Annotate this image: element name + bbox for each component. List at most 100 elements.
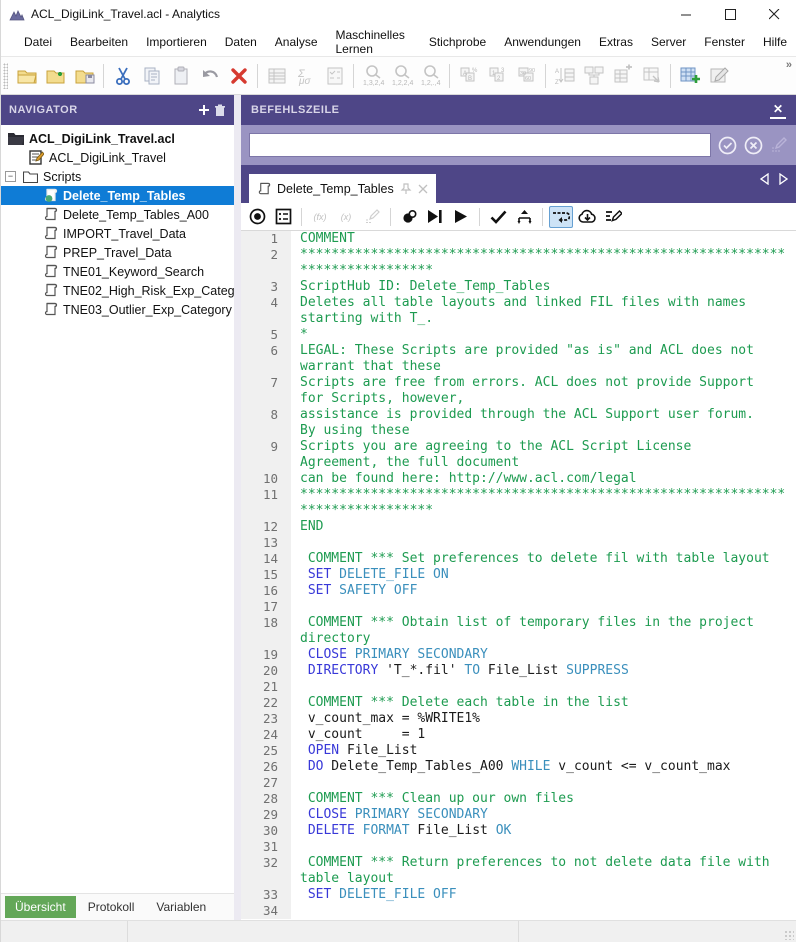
tree-scripts-folder[interactable]: − Scripts: [1, 167, 234, 186]
tree-script-item[interactable]: IMPORT_Travel_Data: [1, 224, 234, 243]
code-line[interactable]: 30 DELETE FORMAT File_List OK: [241, 823, 796, 839]
menu-importieren[interactable]: Importieren: [137, 30, 216, 54]
tree-script-item[interactable]: Delete_Temp_Tables_A00: [1, 205, 234, 224]
code-line[interactable]: 18 COMMENT *** Obtain list of temporary …: [241, 615, 796, 631]
code-line[interactable]: 5*: [241, 327, 796, 343]
edit-expression-icon[interactable]: [360, 206, 384, 228]
tree-script-item[interactable]: PREP_Travel_Data: [1, 243, 234, 262]
maximize-button[interactable]: [708, 0, 752, 28]
command-input[interactable]: [249, 133, 711, 157]
open-project-icon[interactable]: [13, 62, 40, 89]
menu-bearbeiten[interactable]: Bearbeiten: [61, 30, 137, 54]
table-layout-icon[interactable]: [263, 62, 290, 89]
code-line[interactable]: 16 SET SAFETY OFF: [241, 583, 796, 599]
word-wrap-icon[interactable]: [549, 206, 573, 228]
x-variable-icon[interactable]: (x): [334, 206, 358, 228]
append-icon[interactable]: [609, 62, 636, 89]
code-line[interactable]: 28 COMMENT *** Clean up our own files: [241, 791, 796, 807]
close-button[interactable]: [752, 0, 796, 28]
code-line[interactable]: 31: [241, 839, 796, 855]
resize-grip[interactable]: [784, 930, 794, 940]
extract-icon[interactable]: [638, 62, 665, 89]
code-line[interactable]: *****************: [241, 503, 796, 519]
toolbar-grip[interactable]: [3, 63, 8, 89]
add-item-icon[interactable]: [198, 104, 210, 116]
code-line[interactable]: 1COMMENT: [241, 231, 796, 247]
code-line[interactable]: directory: [241, 631, 796, 647]
code-line[interactable]: 19 CLOSE PRIMARY SECONDARY: [241, 647, 796, 663]
step-icon[interactable]: [423, 206, 447, 228]
toolbar-overflow-chevron[interactable]: »: [786, 57, 792, 71]
cut-icon[interactable]: [109, 62, 136, 89]
search-gaps-icon[interactable]: 1,2,.,4: [417, 62, 444, 89]
statistics-icon[interactable]: Σμσ: [292, 62, 319, 89]
code-line[interactable]: By using these: [241, 423, 796, 439]
fx-expression-icon[interactable]: (fx): [308, 206, 332, 228]
code-line[interactable]: 21: [241, 679, 796, 695]
minimize-button[interactable]: [664, 0, 708, 28]
edit-table-icon[interactable]: [705, 62, 732, 89]
tree-project-root[interactable]: ACL_DigiLink_Travel.acl: [1, 129, 234, 148]
tree-log-item[interactable]: ACL_DigiLink_Travel: [1, 148, 234, 167]
merge-icon[interactable]: [580, 62, 607, 89]
classify-icon[interactable]: AB%: [455, 62, 482, 89]
copy-icon[interactable]: [138, 62, 165, 89]
command-close-icon[interactable]: ✕: [770, 102, 786, 119]
code-line[interactable]: 11**************************************…: [241, 487, 796, 503]
code-line[interactable]: 29 CLOSE PRIMARY SECONDARY: [241, 807, 796, 823]
tree-script-item-selected[interactable]: Delete_Temp_Tables: [1, 186, 234, 205]
code-line[interactable]: 24 v_count = 1: [241, 727, 796, 743]
code-line[interactable]: for Scripts, however,: [241, 391, 796, 407]
delete-icon[interactable]: [225, 62, 252, 89]
new-project-icon[interactable]: [42, 62, 69, 89]
code-line[interactable]: 15 SET DELETE_FILE ON: [241, 567, 796, 583]
code-line[interactable]: 32 COMMENT *** Return preferences to not…: [241, 855, 796, 871]
script-tab[interactable]: Delete_Temp_Tables: [249, 174, 436, 203]
code-line[interactable]: 8assistance is provided through the ACL …: [241, 407, 796, 423]
edit-script-icon[interactable]: [601, 206, 625, 228]
menu-server[interactable]: Server: [642, 30, 695, 54]
code-line[interactable]: 13: [241, 535, 796, 551]
tree-script-item[interactable]: TNE02_High_Risk_Exp_Category: [1, 281, 234, 300]
menu-fenster[interactable]: Fenster: [695, 30, 754, 54]
code-line[interactable]: Agreement, the full document: [241, 455, 796, 471]
code-line[interactable]: 10can be found here: http://www.acl.com/…: [241, 471, 796, 487]
tab-protokoll[interactable]: Protokoll: [78, 896, 145, 918]
code-line[interactable]: 2***************************************…: [241, 247, 796, 263]
menu-extras[interactable]: Extras: [590, 30, 642, 54]
code-line[interactable]: 20 DIRECTORY 'T_*.fil' TO File_List SUPP…: [241, 663, 796, 679]
code-line[interactable]: 9Scripts you are agreeing to the ACL Scr…: [241, 439, 796, 455]
stratify-icon[interactable]: 123: [484, 62, 511, 89]
script-editor[interactable]: 1COMMENT2*******************************…: [241, 231, 796, 920]
menu-analyse[interactable]: Analyse: [266, 30, 327, 54]
menu-daten[interactable]: Daten: [216, 30, 266, 54]
code-line[interactable]: table layout: [241, 871, 796, 887]
menu-datei[interactable]: Datei: [15, 30, 61, 54]
tree-script-item[interactable]: TNE03_Outlier_Exp_Category: [1, 300, 234, 319]
tab-scroll-right-icon[interactable]: [779, 173, 788, 185]
tab-uebersicht[interactable]: Übersicht: [5, 896, 76, 918]
edit-command-icon[interactable]: [770, 136, 788, 154]
code-line[interactable]: 22 COMMENT *** Delete each table in the …: [241, 695, 796, 711]
close-tab-icon[interactable]: [418, 184, 428, 194]
age-icon[interactable]: 306090: [513, 62, 540, 89]
code-line[interactable]: 26 DO Delete_Temp_Tables_A00 WHILE v_cou…: [241, 759, 796, 775]
code-line[interactable]: 23 v_count_max = %WRITE1%: [241, 711, 796, 727]
search-duplicates-icon[interactable]: 1,2,2,4: [388, 62, 415, 89]
menu-hilfe[interactable]: Hilfe: [754, 30, 796, 54]
verify-icon[interactable]: [321, 62, 348, 89]
collapse-expander-icon[interactable]: −: [5, 171, 16, 182]
code-line[interactable]: 6LEGAL: These Scripts are provided "as i…: [241, 343, 796, 359]
clear-command-icon[interactable]: [744, 136, 763, 155]
panel-splitter[interactable]: [234, 95, 241, 920]
code-line[interactable]: 25 OPEN File_List: [241, 743, 796, 759]
validate-icon[interactable]: [486, 206, 510, 228]
code-line[interactable]: 17: [241, 599, 796, 615]
code-line[interactable]: 33 SET DELETE_FILE OFF: [241, 887, 796, 903]
trash-icon[interactable]: [214, 104, 226, 117]
code-line[interactable]: 34: [241, 903, 796, 919]
save-project-icon[interactable]: [71, 62, 98, 89]
tab-scroll-left-icon[interactable]: [760, 173, 769, 185]
code-line[interactable]: starting with T_.: [241, 311, 796, 327]
undo-icon[interactable]: [196, 62, 223, 89]
